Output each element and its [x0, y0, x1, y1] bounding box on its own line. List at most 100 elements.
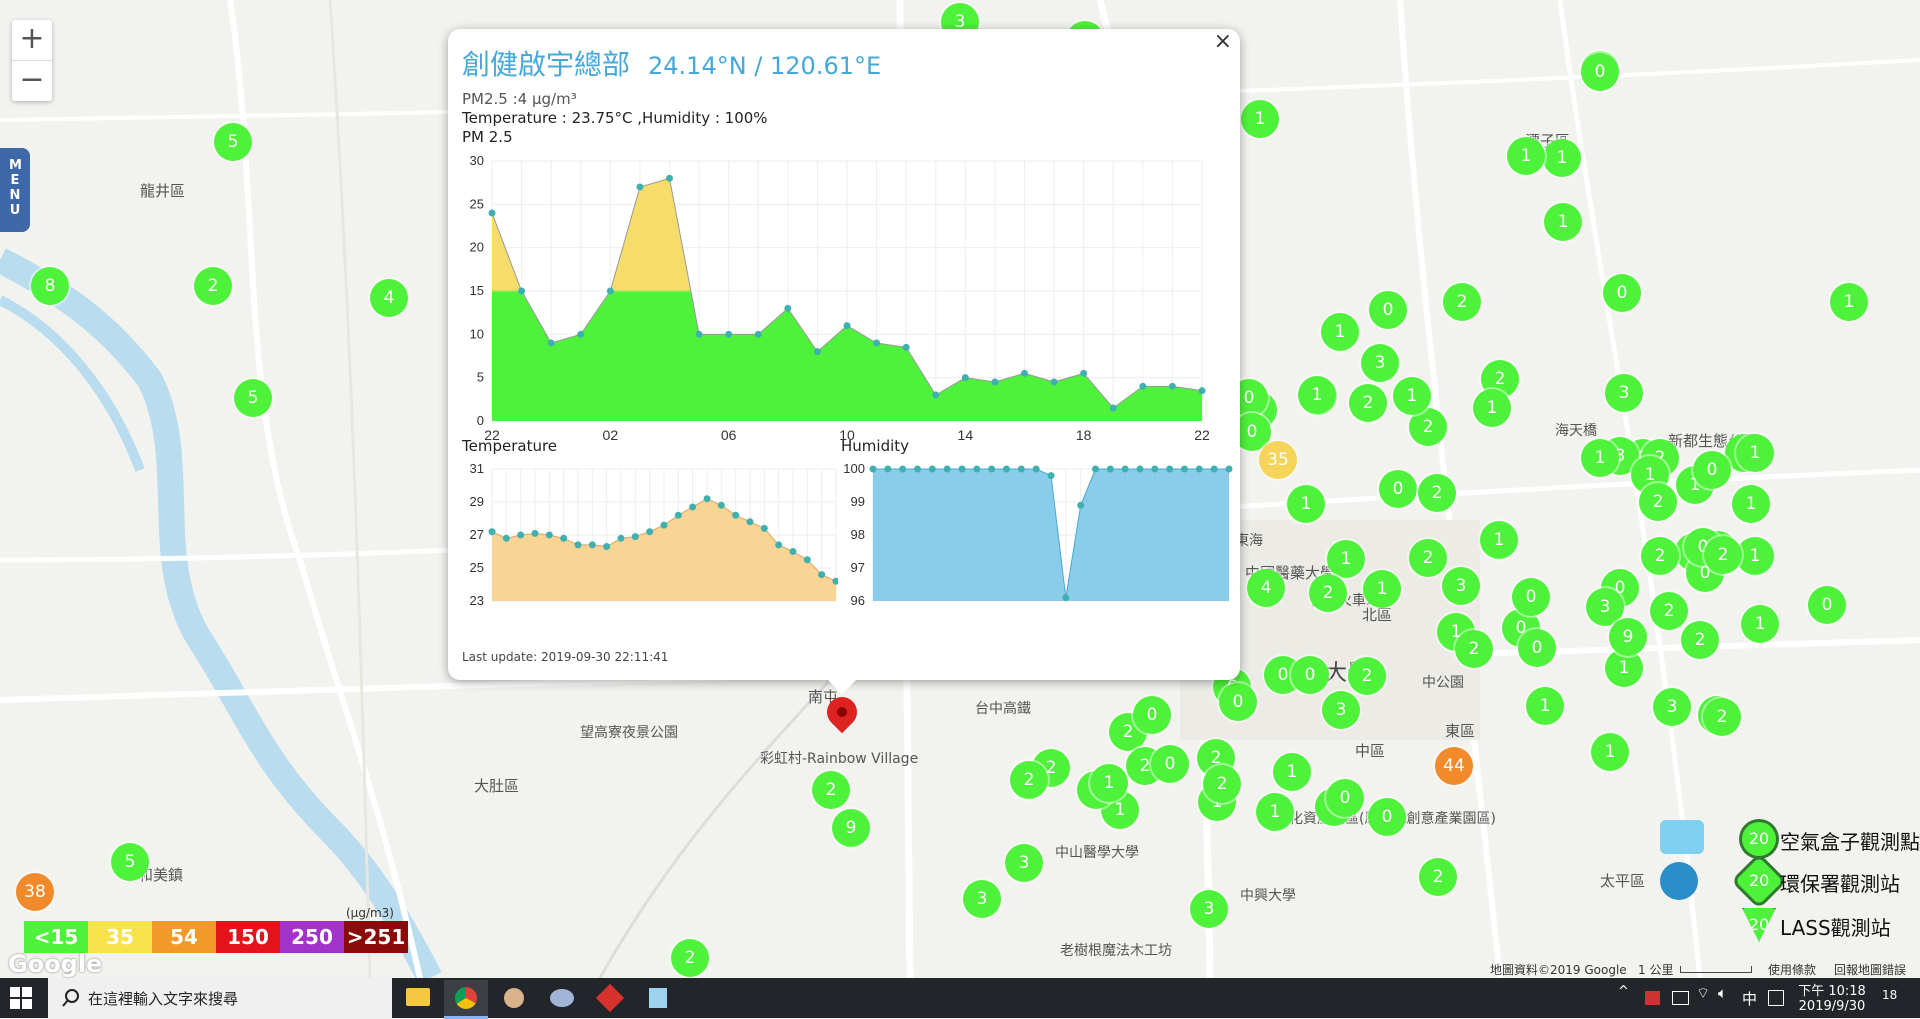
map-marker[interactable]: 0 — [1219, 683, 1257, 721]
map-marker[interactable]: 1 — [1591, 733, 1629, 771]
map-marker[interactable]: 1 — [1736, 434, 1774, 472]
map-marker[interactable]: 2 — [1409, 539, 1447, 577]
map-marker[interactable]: 2 — [671, 939, 709, 977]
map-marker[interactable]: 1 — [1480, 521, 1518, 559]
map-marker[interactable]: 1 — [1732, 485, 1770, 523]
map-marker[interactable]: 2 — [1443, 283, 1481, 321]
map-marker[interactable]: 3 — [1442, 567, 1480, 605]
map-marker[interactable]: 0 — [1379, 470, 1417, 508]
map-marker[interactable]: 1 — [1393, 377, 1431, 415]
y-tick-label: 25 — [470, 196, 484, 211]
zoom-out-button[interactable]: − — [12, 61, 52, 101]
map-marker[interactable]: 2 — [1641, 537, 1679, 575]
map-marker[interactable]: 1 — [1273, 753, 1311, 791]
file-explorer-icon[interactable] — [396, 980, 440, 1016]
map-marker[interactable]: 1 — [1544, 203, 1582, 241]
map-marker[interactable]: 2 — [1681, 621, 1719, 659]
map-marker[interactable]: 0 — [1808, 586, 1846, 624]
map-marker[interactable]: 1 — [1543, 139, 1581, 177]
map-marker[interactable]: 2 — [1704, 536, 1742, 574]
map-marker[interactable]: 35 — [1259, 441, 1297, 479]
report-map-error-link[interactable]: 回報地圖錯誤 — [1834, 961, 1906, 978]
notification-center-icon[interactable]: 18 — [1882, 988, 1897, 1003]
map-marker[interactable]: 1 — [1256, 793, 1294, 831]
map-marker[interactable]: 2 — [1455, 630, 1493, 668]
map-marker[interactable]: 1 — [1830, 283, 1868, 321]
map-marker[interactable]: 0 — [1368, 798, 1406, 836]
map-marker[interactable]: 0 — [1603, 274, 1641, 312]
map-marker[interactable]: 5 — [234, 379, 272, 417]
tray-volume-icon[interactable]: 🔈︎ — [1718, 984, 1727, 1002]
map-marker[interactable]: 4 — [370, 279, 408, 317]
map-marker[interactable]: 1 — [1581, 439, 1619, 477]
app-rabbit-icon[interactable] — [492, 980, 536, 1016]
map-marker[interactable]: 0 — [1693, 451, 1731, 489]
map-marker[interactable]: 8 — [31, 267, 69, 305]
last-update-text: Last update: 2019-09-30 22:11:41 — [462, 650, 669, 664]
map-marker[interactable]: 2 — [1419, 858, 1457, 896]
map-marker[interactable]: 3 — [1605, 374, 1643, 412]
map-canvas[interactable]: 龍井區 大肚區 南屯 望高寮夜景公園 彩虹村-Rainbow Village 台… — [0, 0, 1920, 978]
tray-chevron-icon[interactable]: ^ — [1618, 984, 1629, 999]
map-marker[interactable]: 1 — [1526, 687, 1564, 725]
map-marker[interactable]: 2 — [1203, 765, 1241, 803]
map-marker[interactable]: 1 — [1090, 764, 1128, 802]
map-marker[interactable]: 1 — [1327, 540, 1365, 578]
map-marker[interactable]: 5 — [214, 123, 252, 161]
map-marker[interactable]: 2 — [1639, 483, 1677, 521]
tray-security-icon[interactable] — [1645, 991, 1660, 1005]
map-marker[interactable]: 2 — [1418, 474, 1456, 512]
app-paint-icon[interactable] — [540, 980, 584, 1016]
terms-link[interactable]: 使用條款 — [1768, 961, 1816, 978]
taskbar-search-box[interactable]: 在這裡輸入文字來搜尋 — [48, 978, 392, 1018]
map-marker[interactable]: 0 — [1326, 779, 1364, 817]
tray-network-icon[interactable]: ⌔ — [1696, 984, 1710, 1003]
taskbar-clock[interactable]: 下午 10:18 2019/9/30 — [1795, 980, 1869, 1014]
map-marker[interactable]: 9 — [1609, 618, 1647, 656]
map-marker[interactable]: 9 — [832, 809, 870, 847]
map-marker[interactable]: 38 — [16, 873, 54, 911]
map-marker[interactable]: 2 — [194, 267, 232, 305]
map-marker[interactable]: 0 — [1369, 291, 1407, 329]
tray-keyboard-icon[interactable] — [1768, 990, 1784, 1006]
app-notepad-icon[interactable] — [636, 980, 680, 1016]
menu-toggle-button[interactable]: MENU — [0, 148, 30, 232]
close-popup-button[interactable]: × — [1214, 29, 1232, 54]
map-marker[interactable]: 0 — [1151, 745, 1189, 783]
map-marker[interactable]: 2 — [1349, 384, 1387, 422]
map-marker[interactable]: 5 — [111, 843, 149, 881]
map-marker[interactable]: 2 — [1309, 574, 1347, 612]
map-marker[interactable]: 2 — [1650, 592, 1688, 630]
sketchup-icon[interactable] — [588, 980, 632, 1016]
map-marker[interactable]: 0 — [1291, 656, 1329, 694]
map-marker[interactable]: 3 — [1361, 344, 1399, 382]
map-marker[interactable]: 44 — [1435, 747, 1473, 785]
windows-start-icon[interactable] — [10, 987, 32, 1009]
map-marker[interactable]: 0 — [1581, 53, 1619, 91]
map-marker[interactable]: 0 — [1512, 578, 1550, 616]
map-marker[interactable]: 2 — [1010, 761, 1048, 799]
zoom-in-button[interactable]: + — [12, 20, 52, 61]
map-marker[interactable]: 4 — [1247, 569, 1285, 607]
map-marker[interactable]: 2 — [812, 771, 850, 809]
ime-indicator[interactable]: 中 — [1742, 988, 1757, 1009]
map-marker[interactable]: 1 — [1241, 100, 1279, 138]
map-marker[interactable]: 0 — [1518, 629, 1556, 667]
map-marker[interactable]: 3 — [1005, 844, 1043, 882]
map-marker[interactable]: 3 — [1653, 688, 1691, 726]
map-marker[interactable]: 1 — [1363, 570, 1401, 608]
map-marker[interactable]: 2 — [1703, 698, 1741, 736]
map-marker[interactable]: 1 — [1321, 313, 1359, 351]
map-marker[interactable]: 1 — [1741, 605, 1779, 643]
chrome-icon[interactable] — [444, 980, 488, 1019]
map-marker[interactable]: 3 — [1190, 890, 1228, 928]
map-marker[interactable]: 1 — [1473, 389, 1511, 427]
tray-battery-icon[interactable] — [1672, 991, 1689, 1005]
map-marker[interactable]: 0 — [1133, 696, 1171, 734]
map-marker[interactable]: 1 — [1507, 137, 1545, 175]
map-marker[interactable]: 1 — [1287, 485, 1325, 523]
map-marker[interactable]: 1 — [1298, 376, 1336, 414]
map-marker[interactable]: 3 — [963, 880, 1001, 918]
map-marker[interactable]: 2 — [1348, 657, 1386, 695]
map-marker[interactable]: 3 — [1322, 691, 1360, 729]
